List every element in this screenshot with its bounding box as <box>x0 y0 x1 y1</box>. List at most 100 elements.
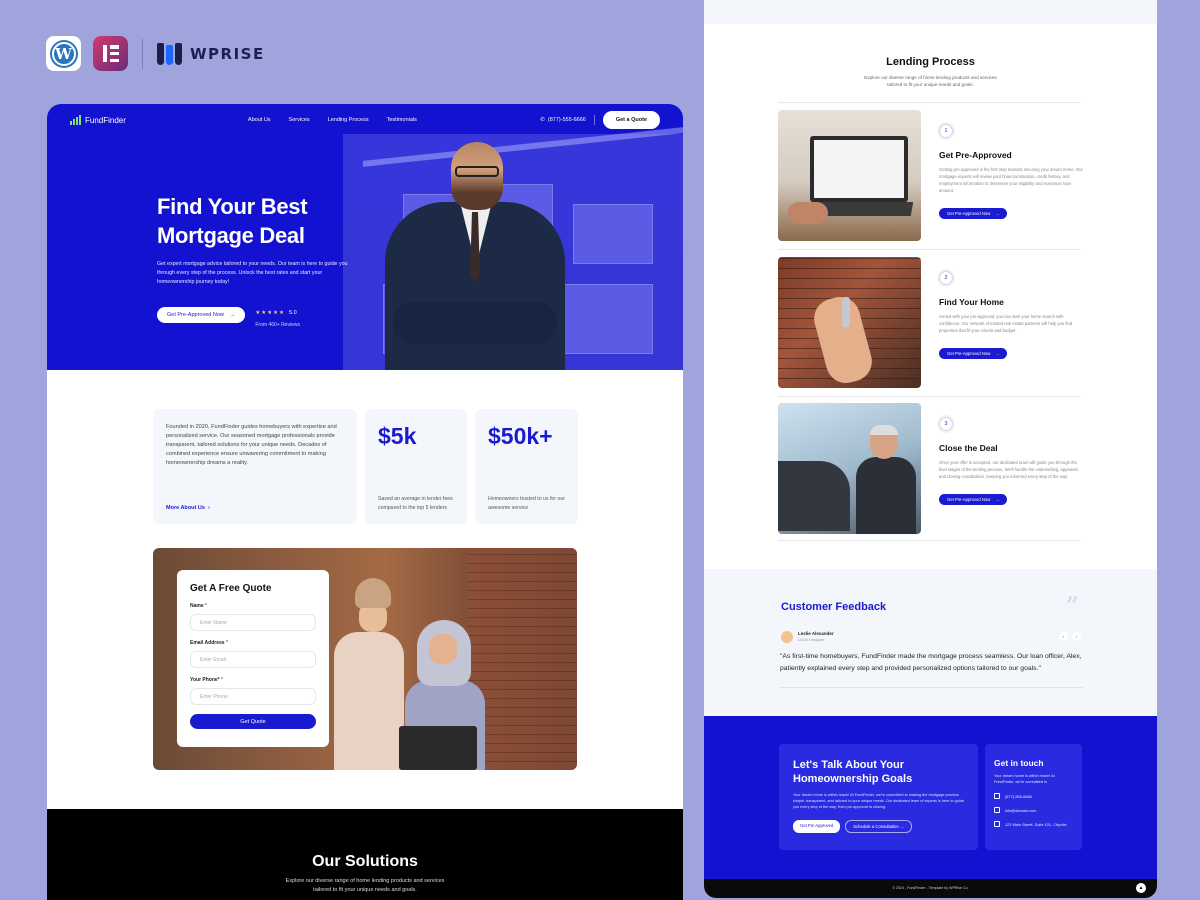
divider <box>778 396 1081 397</box>
reviewer-role: UI/UX Designer <box>798 638 825 642</box>
lending-process-title: Lending Process <box>886 56 975 68</box>
step-title: Find Your Home <box>939 297 1004 307</box>
next-testimonial-button[interactable]: › <box>1072 632 1081 641</box>
hero-title-line2: Mortgage Deal <box>157 223 305 248</box>
phone-number: (877)-555-6666 <box>547 117 586 123</box>
contact-phone[interactable]: (877)-555-6666 <box>994 793 1073 799</box>
solutions-description: Explore our diverse range of home lendin… <box>285 878 445 893</box>
arrow-right-icon: → <box>995 351 1000 356</box>
email-label: Email Address * <box>190 640 228 646</box>
wprise-wordmark: WPRISE <box>190 44 265 63</box>
get-pre-approved-button[interactable]: Get Pre Approved <box>793 820 841 833</box>
nav-lending-process[interactable]: Lending Process <box>328 117 369 123</box>
solutions-title: Our Solutions <box>312 853 418 870</box>
woman-photo <box>329 578 409 770</box>
phone-label: Your Phone* * <box>190 677 223 683</box>
elementor-logo <box>93 36 128 71</box>
laptop-photo <box>778 110 921 241</box>
step-title: Get Pre-Approved <box>939 150 1012 160</box>
prev-testimonial-button[interactable]: ‹ <box>1059 632 1068 641</box>
cta-description: Your dream home is within reach! At Fund… <box>793 793 964 809</box>
step-card: 3 Close the Deal Once your offer is acce… <box>778 403 1081 534</box>
quote-mark-icon: ” <box>1066 593 1079 619</box>
get-pre-approved-button[interactable]: Get Pre-Approved Now → <box>157 306 246 323</box>
step-cta-button[interactable]: Get Pre-Approved Now → <box>939 208 1008 219</box>
nav-services[interactable]: Services <box>289 117 310 123</box>
get-a-quote-button[interactable]: Get a Quote <box>602 111 660 129</box>
about-card: Founded in 2020, FundFinder guides homeb… <box>153 409 357 524</box>
step-title: Close the Deal <box>939 443 998 453</box>
contact-email[interactable]: info@domain.com <box>994 807 1073 813</box>
divider <box>780 687 1083 688</box>
step-number: 2 <box>939 271 953 285</box>
nav-testimonials[interactable]: Testimonials <box>387 117 417 123</box>
lending-process-description: Explore our diverse range of home lendin… <box>864 75 997 87</box>
email-input[interactable]: Enter Email <box>190 651 316 668</box>
nav-phone[interactable]: ✆ (877)-555-6666 <box>540 117 586 123</box>
fundfinder-logo[interactable]: FundFinder <box>70 115 126 125</box>
reviewer-name: Leslie Alexander <box>798 631 834 636</box>
step-description: Once your offer is accepted, our dedicat… <box>939 460 1079 479</box>
stat-value: $5k <box>378 423 417 449</box>
divider <box>778 102 1081 103</box>
hero-section: FundFinder About Us Services Lending Pro… <box>47 104 683 370</box>
cta-title: Let's Talk About Your Homeownership Goal… <box>793 759 913 785</box>
phone-input[interactable]: Enter Phone <box>190 688 316 705</box>
about-section: Founded in 2020, FundFinder guides homeb… <box>153 409 578 524</box>
lending-page-preview: Lending Process Explore our diverse rang… <box>704 0 1157 898</box>
hero-title: Find Your Best Mortgage Deal <box>157 192 357 250</box>
feedback-section: Customer Feedback ” Leslie Alexander UI/… <box>704 569 1157 716</box>
homepage-preview: FundFinder About Us Services Lending Pro… <box>47 104 683 900</box>
step-number: 3 <box>939 417 953 431</box>
location-icon <box>994 821 1000 827</box>
house-keys-photo <box>778 257 921 388</box>
step-description: Armed with your pre-approval, you can st… <box>939 314 1073 333</box>
stat-card: $5k Saved an average in lender fees comp… <box>365 409 467 524</box>
contact-description: Your dream home is within reach! At Fund… <box>994 774 1055 784</box>
arrow-right-icon: → <box>995 497 1000 502</box>
arrow-right-icon: → <box>995 211 1000 216</box>
contact-address: 123 Main Street, Suite 101, Cityville <box>994 821 1073 827</box>
scroll-to-top-button[interactable]: ▲ <box>1136 883 1146 893</box>
step-card: 2 Find Your Home Armed with your pre-app… <box>778 257 1081 388</box>
avatar <box>781 631 793 643</box>
arrow-right-icon: → <box>229 311 236 318</box>
laptop-image <box>399 726 477 770</box>
footer: © 2024 - FundFinder - Template by WPRise… <box>704 879 1157 898</box>
wordpress-logo: W <box>46 36 81 71</box>
hero-person-image <box>385 142 565 370</box>
stat-card: $50k+ Homeowners trusted to us for our a… <box>475 409 578 524</box>
name-input[interactable]: Enter Name <box>190 614 316 631</box>
logo-text: FundFinder <box>85 115 126 125</box>
step-description: Getting pre-approved is the first step t… <box>939 167 1083 193</box>
cta-label: Get Pre-Approved Now <box>167 311 224 318</box>
step-card: 1 Get Pre-Approved Getting pre-approved … <box>778 110 1083 241</box>
nav-links: About Us Services Lending Process Testim… <box>248 117 417 123</box>
phone-icon: ✆ <box>540 117 545 123</box>
divider <box>778 540 1081 541</box>
step-cta-button[interactable]: Get Pre-Approved Now → <box>939 494 1008 505</box>
bar-chart-icon <box>70 115 81 125</box>
chevron-right-icon: › <box>207 505 210 511</box>
hero-content: Find Your Best Mortgage Deal Get expert … <box>157 192 357 328</box>
quote-form: Get A Free Quote Name * Enter Name Email… <box>177 570 329 747</box>
hero-description: Get expert mortgage advice tailored to y… <box>157 261 348 285</box>
rating: ★★★★★ 5.0 From 460+ Reviews <box>255 301 300 328</box>
handshake-photo <box>778 403 921 534</box>
step-number: 1 <box>939 124 953 138</box>
copyright-text: © 2024 - FundFinder - Template by WPRise… <box>892 886 969 890</box>
more-about-us-link[interactable]: More About Us › <box>166 505 210 511</box>
main-nav: FundFinder About Us Services Lending Pro… <box>47 104 683 136</box>
contact-cta-section: Let's Talk About Your Homeownership Goal… <box>704 716 1157 879</box>
feedback-title: Customer Feedback <box>781 601 887 613</box>
solutions-section: Our Solutions Explore our diverse range … <box>47 809 683 900</box>
top-strip <box>704 0 1157 24</box>
phone-icon <box>994 793 1000 799</box>
get-quote-button[interactable]: Get Quote <box>190 714 316 729</box>
review-count: From 460+ Reviews <box>255 322 300 328</box>
nav-about-us[interactable]: About Us <box>248 117 271 123</box>
rating-score: 5.0 <box>289 310 297 316</box>
contact-card: Get in touch Your dream home is within r… <box>985 744 1082 850</box>
step-cta-button[interactable]: Get Pre-Approved Now → <box>939 348 1008 359</box>
schedule-consultation-button[interactable]: Schedule a Consultation → <box>845 820 913 833</box>
